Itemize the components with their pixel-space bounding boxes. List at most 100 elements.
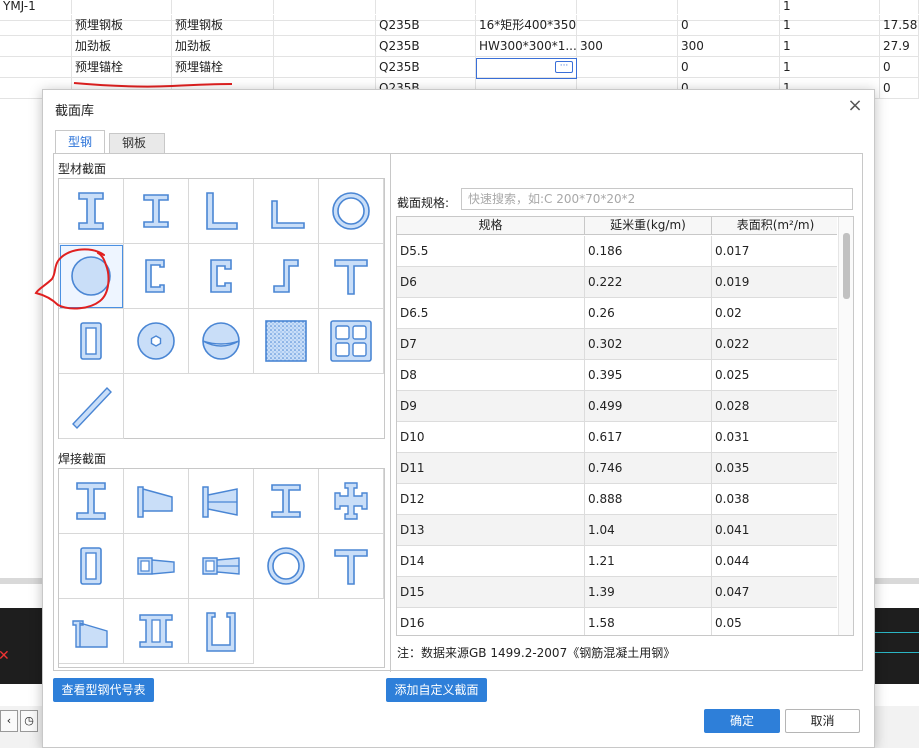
table-row[interactable]: D14 1.21 0.044 — [397, 546, 839, 577]
diagonal-bar-icon[interactable] — [59, 374, 124, 439]
table-cell[interactable] — [274, 36, 376, 57]
table-cell[interactable]: HW300*300*1... — [476, 36, 577, 57]
table-cell[interactable]: 预埋锚栓 — [72, 57, 172, 78]
multi-cell-box-icon[interactable] — [319, 309, 384, 374]
table-cell[interactable]: 加劲板 — [172, 36, 274, 57]
welded-h-icon[interactable] — [254, 469, 319, 534]
clock-icon[interactable]: ◷ — [20, 710, 38, 732]
welded-i-beam-icon[interactable] — [59, 469, 124, 534]
add-custom-section-button[interactable]: 添加自定义截面 — [386, 678, 487, 702]
welded-box-icon[interactable] — [59, 534, 124, 599]
ok-button[interactable]: 确定 — [704, 709, 780, 733]
table-cell[interactable]: 预埋钢板 — [72, 15, 172, 36]
column-header-weight[interactable]: 延米重(kg/m) — [585, 217, 712, 235]
table-cell[interactable] — [72, 0, 172, 14]
table-cell[interactable] — [678, 0, 780, 14]
z-section-icon[interactable] — [254, 244, 319, 309]
rectangular-tube-icon[interactable] — [59, 309, 124, 374]
hollow-round-icon[interactable] — [124, 309, 189, 374]
tapered-rect-tube-icon[interactable] — [124, 534, 189, 599]
table-cell[interactable] — [577, 57, 678, 78]
table-cell[interactable]: 0 — [880, 57, 919, 78]
table-row[interactable]: D5.5 0.186 0.017 — [397, 236, 839, 267]
tapered-i-beam-icon[interactable] — [124, 469, 189, 534]
table-row[interactable]: D16 1.58 0.05 — [397, 608, 839, 635]
table-row[interactable]: D11 0.746 0.035 — [397, 453, 839, 484]
table-cell[interactable]: 300 — [678, 36, 780, 57]
table-row[interactable]: D13 1.04 0.041 — [397, 515, 839, 546]
table-row[interactable]: D15 1.39 0.047 — [397, 577, 839, 608]
h-section-icon[interactable] — [124, 179, 189, 244]
table-cell[interactable]: 0 — [880, 78, 919, 99]
table-cell[interactable] — [376, 0, 476, 14]
table-cell[interactable]: 1 — [780, 15, 880, 36]
table-cell[interactable] — [274, 15, 376, 36]
table-cell[interactable]: 1 — [780, 36, 880, 57]
cross-section-icon[interactable] — [319, 469, 384, 534]
lipped-channel-icon[interactable] — [124, 244, 189, 309]
table-cell[interactable]: 1 — [780, 57, 880, 78]
tab-section-steel[interactable]: 型钢 — [55, 130, 105, 154]
table-cell[interactable] — [880, 0, 919, 14]
welded-t-section-icon[interactable] — [319, 534, 384, 599]
table-cell[interactable] — [0, 57, 72, 78]
table-cell[interactable]: 16*矩形400*350 — [476, 15, 577, 36]
table-cell[interactable]: Q235B — [376, 57, 476, 78]
table-cell[interactable]: 1 — [780, 0, 880, 14]
column-header-spec[interactable]: 规格 — [397, 217, 585, 235]
tapered-box-icon[interactable] — [189, 469, 254, 534]
table-row[interactable]: D12 0.888 0.038 — [397, 484, 839, 515]
table-cell[interactable] — [0, 15, 72, 36]
vertical-scrollbar[interactable] — [838, 217, 853, 635]
table-row[interactable]: 预埋锚栓 预埋锚栓 Q235B 0 1 0 — [0, 57, 919, 78]
table-cell[interactable]: 27.9 — [880, 36, 919, 57]
table-cell[interactable] — [577, 0, 678, 14]
column-header-area[interactable]: 表面积(m²/m) — [712, 217, 839, 235]
table-cell[interactable]: Q235B — [376, 15, 476, 36]
tab-steel-plate[interactable]: 钢板 — [109, 133, 165, 154]
cancel-button[interactable]: 取消 — [785, 709, 860, 733]
equal-angle-icon[interactable] — [189, 179, 254, 244]
table-row[interactable]: D8 0.395 0.025 — [397, 360, 839, 391]
table-row[interactable]: 加劲板 加劲板 Q235B HW300*300*1... 300 300 1 2… — [0, 36, 919, 57]
chevron-left-icon[interactable]: ‹ — [0, 710, 18, 732]
ellipsis-button[interactable]: ··· — [555, 61, 573, 73]
unequal-angle-icon[interactable] — [254, 179, 319, 244]
table-cell[interactable] — [476, 0, 577, 14]
table-cell[interactable]: 加劲板 — [72, 36, 172, 57]
scrollbar-thumb[interactable] — [843, 233, 850, 299]
table-cell[interactable]: 预埋钢板 — [172, 15, 274, 36]
table-cell[interactable]: 300 — [577, 36, 678, 57]
tapered-t-icon[interactable] — [59, 599, 124, 664]
table-row[interactable]: D7 0.302 0.022 — [397, 329, 839, 360]
table-cell[interactable]: Q235B — [376, 36, 476, 57]
table-row[interactable]: D6 0.222 0.019 — [397, 267, 839, 298]
table-cell[interactable]: 17.584 — [880, 15, 919, 36]
table-cell[interactable]: 0 — [678, 57, 780, 78]
table-cell[interactable] — [172, 0, 274, 14]
concrete-fill-icon[interactable] — [254, 309, 319, 374]
t-section-icon[interactable] — [319, 244, 384, 309]
close-icon[interactable]: × — [846, 97, 864, 116]
welded-circular-tube-icon[interactable] — [254, 534, 319, 599]
table-cell[interactable]: 0 — [678, 15, 780, 36]
table-cell[interactable] — [274, 0, 376, 14]
round-bar-icon[interactable] — [59, 244, 124, 309]
view-steel-codes-button[interactable]: 查看型钢代号表 — [53, 678, 154, 702]
table-cell[interactable]: 预埋锚栓 — [172, 57, 274, 78]
search-input[interactable] — [461, 188, 853, 210]
u-section-icon[interactable] — [189, 599, 254, 664]
double-channel-icon[interactable] — [124, 599, 189, 664]
c-channel-icon[interactable] — [189, 244, 254, 309]
table-cell[interactable] — [274, 57, 376, 78]
table-row[interactable]: D10 0.617 0.031 — [397, 422, 839, 453]
circular-tube-icon[interactable] — [319, 179, 384, 244]
table-cell[interactable] — [577, 15, 678, 36]
tapered-double-tube-icon[interactable] — [189, 534, 254, 599]
table-row[interactable]: D6.5 0.26 0.02 — [397, 298, 839, 329]
table-row[interactable]: 预埋钢板 预埋钢板 Q235B 16*矩形400*350 0 1 17.584 — [0, 15, 919, 36]
i-beam-icon[interactable] — [59, 179, 124, 244]
table-row[interactable]: D9 0.499 0.028 — [397, 391, 839, 422]
table-cell[interactable]: YMJ-1 — [0, 0, 72, 14]
table-cell[interactable] — [0, 36, 72, 57]
